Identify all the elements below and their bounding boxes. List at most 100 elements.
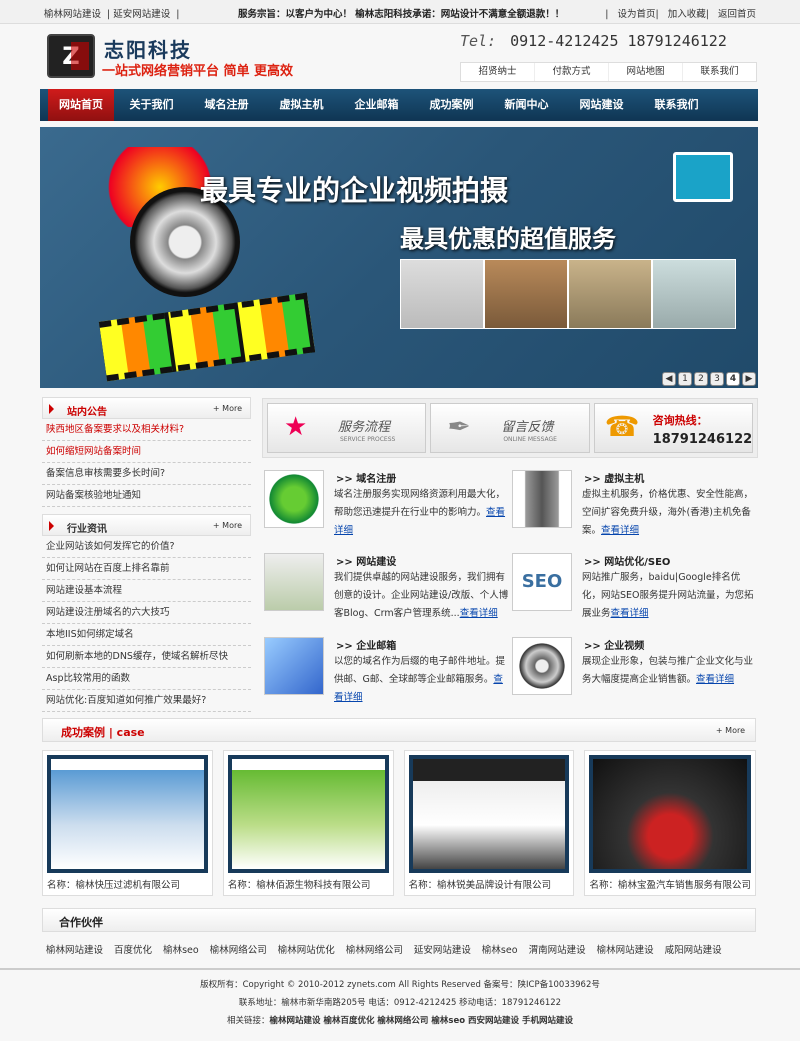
page-2[interactable]: 2 bbox=[694, 372, 708, 386]
partner-link[interactable]: 榆林网站建设 bbox=[597, 945, 654, 956]
top-link[interactable]: 延安网站建设 bbox=[113, 9, 170, 20]
nav-news[interactable]: 新闻中心 bbox=[489, 89, 564, 121]
partner-link[interactable]: 榆林seo bbox=[482, 945, 518, 956]
service-title[interactable]: >> 企业视频 bbox=[584, 637, 644, 652]
case-card[interactable]: 名称：榆林快压过滤机有限公司 bbox=[42, 750, 213, 896]
back-home-link[interactable]: 返回首页 bbox=[718, 9, 756, 20]
detail-link[interactable]: 查看详细 bbox=[601, 525, 639, 536]
partner-link[interactable]: 咸阳网站建设 bbox=[665, 945, 722, 956]
case-screenshot bbox=[47, 755, 208, 873]
service-text: 网站推广服务，baidu|Google排名优化，网站SEO服务提升网站流量，为您… bbox=[582, 572, 754, 619]
notice-more-link[interactable]: + More bbox=[213, 404, 242, 413]
nav-domain[interactable]: 域名注册 bbox=[189, 89, 264, 121]
brand-name: 志阳科技 bbox=[104, 38, 192, 62]
list-item[interactable]: 如何刷新本地的DNS缓存，使域名解析尽快 bbox=[42, 646, 251, 668]
partner-link[interactable]: 榆林网络公司 bbox=[210, 945, 267, 956]
hotline-label: 咨询热线： bbox=[652, 414, 708, 427]
cases-list: 名称：榆林快压过滤机有限公司 名称：榆林佰源生物科技有限公司 名称：榆林锐美品牌… bbox=[42, 750, 756, 896]
nav-mail[interactable]: 企业邮箱 bbox=[339, 89, 414, 121]
server-icon bbox=[512, 470, 572, 528]
nav-hosting[interactable]: 虚拟主机 bbox=[264, 89, 339, 121]
next-arrow-icon[interactable]: ▶ bbox=[742, 372, 756, 386]
list-item[interactable]: 本地IIS如何绑定域名 bbox=[42, 624, 251, 646]
list-item[interactable]: 如何缩短网站备案时间 bbox=[42, 441, 251, 463]
nav-webbuild[interactable]: 网站建设 bbox=[564, 89, 639, 121]
list-item[interactable]: 备案信息审核需要多长时间? bbox=[42, 463, 251, 485]
list-item[interactable]: 网站建设注册域名的六大技巧 bbox=[42, 602, 251, 624]
mail-icon bbox=[264, 637, 324, 695]
header: Z 志阳科技 一站式网络营销平台 简单 更高效 Tel: 0912-4212425… bbox=[0, 24, 800, 88]
service-text: 展现企业形象，包装与推广企业文化与业务大幅度提高企业销售额。查看详细 bbox=[582, 656, 754, 685]
jobs-link[interactable]: 招贤纳士 bbox=[461, 63, 535, 81]
list-item[interactable]: 网站备案核验地址通知 bbox=[42, 485, 251, 507]
detail-link[interactable]: 查看详细 bbox=[611, 608, 649, 619]
banner[interactable]: 最具专业的企业视频拍摄 最具优惠的超值服务 ◀ 1 2 3 4 ▶ bbox=[40, 127, 758, 388]
list-item[interactable]: Asp比较常用的函数 bbox=[42, 668, 251, 690]
copyright: 版权所有：Copyright © 2010-2012 zynets.com Al… bbox=[200, 980, 600, 990]
address: 联系地址：榆林市新华南路205号 电话：0912-4212425 移动电话：18… bbox=[238, 998, 562, 1008]
main-nav: 网站首页 关于我们 域名注册 虚拟主机 企业邮箱 成功案例 新闻中心 网站建设 … bbox=[40, 89, 758, 121]
arrow-icon bbox=[49, 521, 59, 531]
service-title[interactable]: >> 企业邮箱 bbox=[336, 637, 396, 652]
cases-title: 成功案例 | case bbox=[61, 726, 145, 739]
partner-link[interactable]: 榆林网站优化 bbox=[278, 945, 335, 956]
arrow-icon bbox=[49, 404, 59, 414]
service-process-button[interactable]: ★ 服务流程 SERVICE PROCESS bbox=[267, 403, 427, 453]
nav-cases[interactable]: 成功案例 bbox=[414, 89, 489, 121]
service-title[interactable]: >> 网站优化/SEO bbox=[584, 553, 670, 568]
service-en: SERVICE PROCESS bbox=[340, 436, 396, 443]
case-card[interactable]: 名称：榆林锐美品牌设计有限公司 bbox=[403, 750, 575, 896]
notice-section: 站内公告 + More 陕西地区备案要求以及相关材料? 如何缩短网站备案时间 备… bbox=[42, 397, 251, 507]
tel-number: 0912-4212425 18791246122 bbox=[510, 32, 727, 50]
hotline-number: 18791246122 bbox=[652, 432, 753, 447]
detail-link[interactable]: 查看详细 bbox=[696, 674, 734, 685]
industry-header: 行业资讯 + More bbox=[42, 514, 251, 536]
page-3[interactable]: 3 bbox=[710, 372, 724, 386]
page-1[interactable]: 1 bbox=[678, 372, 692, 386]
detail-link[interactable]: 查看详细 bbox=[460, 608, 498, 619]
sitemap-link[interactable]: 网站地图 bbox=[609, 63, 683, 81]
service-text: 以您的域名作为后缀的电子邮件地址。提供邮、G邮、全球邮等企业邮箱服务。查看详细 bbox=[334, 656, 506, 703]
partner-link[interactable]: 延安网站建设 bbox=[414, 945, 471, 956]
partner-link[interactable]: 百度优化 bbox=[114, 945, 152, 956]
feedback-button[interactable]: ✒ 留言反馈 ONLINE MESSAGE bbox=[430, 403, 590, 453]
page-4[interactable]: 4 bbox=[726, 372, 740, 386]
cases-more-link[interactable]: + More bbox=[716, 726, 745, 735]
partner-link[interactable]: 榆林seo bbox=[163, 945, 199, 956]
list-item[interactable]: 陕西地区备案要求以及相关材料? bbox=[42, 419, 251, 441]
nav-contact[interactable]: 联系我们 bbox=[639, 89, 714, 121]
prev-arrow-icon[interactable]: ◀ bbox=[662, 372, 676, 386]
service-seo: SEO >> 网站优化/SEO 网站推广服务，baidu|Google排名优化，… bbox=[512, 553, 757, 635]
partner-link[interactable]: 渭南网站建设 bbox=[529, 945, 586, 956]
add-favorite-link[interactable]: 加入收藏 bbox=[668, 9, 706, 20]
top-slogan: 服务宗旨：以客户为中心！ 榆林志阳科技承诺：网站设计不满意全额退款！！ bbox=[238, 9, 565, 20]
payment-link[interactable]: 付款方式 bbox=[535, 63, 609, 81]
case-card[interactable]: 名称：榆林佰源生物科技有限公司 bbox=[222, 750, 394, 896]
related-link-list[interactable]: 榆林网站建设 榆林百度优化 榆林网络公司 榆林seo 西安网站建设 手机网站建设 bbox=[270, 1016, 573, 1026]
set-homepage-link[interactable]: 设为首页 bbox=[617, 9, 655, 20]
list-item[interactable]: 网站建设基本流程 bbox=[42, 580, 251, 602]
service-title[interactable]: >> 域名注册 bbox=[336, 470, 396, 485]
tel: Tel: 0912-4212425 18791246122 bbox=[460, 32, 727, 50]
partner-link[interactable]: 榆林网络公司 bbox=[346, 945, 403, 956]
partner-link[interactable]: 榆林网站建设 bbox=[46, 945, 103, 956]
logo-icon[interactable]: Z bbox=[47, 34, 95, 78]
service-title[interactable]: >> 虚拟主机 bbox=[584, 470, 644, 485]
nav-home[interactable]: 网站首页 bbox=[48, 89, 114, 121]
list-item[interactable]: 企业网站该如何发挥它的价值? bbox=[42, 536, 251, 558]
industry-more-link[interactable]: + More bbox=[213, 521, 242, 530]
nav-about[interactable]: 关于我们 bbox=[114, 89, 189, 121]
top-link[interactable]: 榆林网站建设 bbox=[44, 9, 101, 20]
contact-link[interactable]: 联系我们 bbox=[683, 63, 756, 81]
case-card[interactable]: 名称：榆林宝盈汽车销售服务有限公司 bbox=[584, 750, 756, 896]
list-item[interactable]: 如何让网站在百度上排名靠前 bbox=[42, 558, 251, 580]
case-caption: 名称：榆林锐美品牌设计有限公司 bbox=[408, 880, 552, 891]
service-video: >> 企业视频 展现企业形象，包装与推广企业文化与业务大幅度提高企业销售额。查看… bbox=[512, 637, 757, 719]
film-strip-image bbox=[98, 292, 316, 382]
hotline-box: ☎ 咨询热线： 18791246122 bbox=[593, 403, 753, 453]
banner-line2: 最具优惠的超值服务 bbox=[400, 225, 616, 253]
banner-line1: 最具专业的企业视频拍摄 bbox=[200, 174, 509, 207]
service-title[interactable]: >> 网站建设 bbox=[336, 553, 396, 568]
list-item[interactable]: 网站优化:百度知道如何推广效果最好? bbox=[42, 690, 251, 712]
industry-section: 行业资讯 + More 企业网站该如何发挥它的价值? 如何让网站在百度上排名靠前… bbox=[42, 514, 251, 712]
